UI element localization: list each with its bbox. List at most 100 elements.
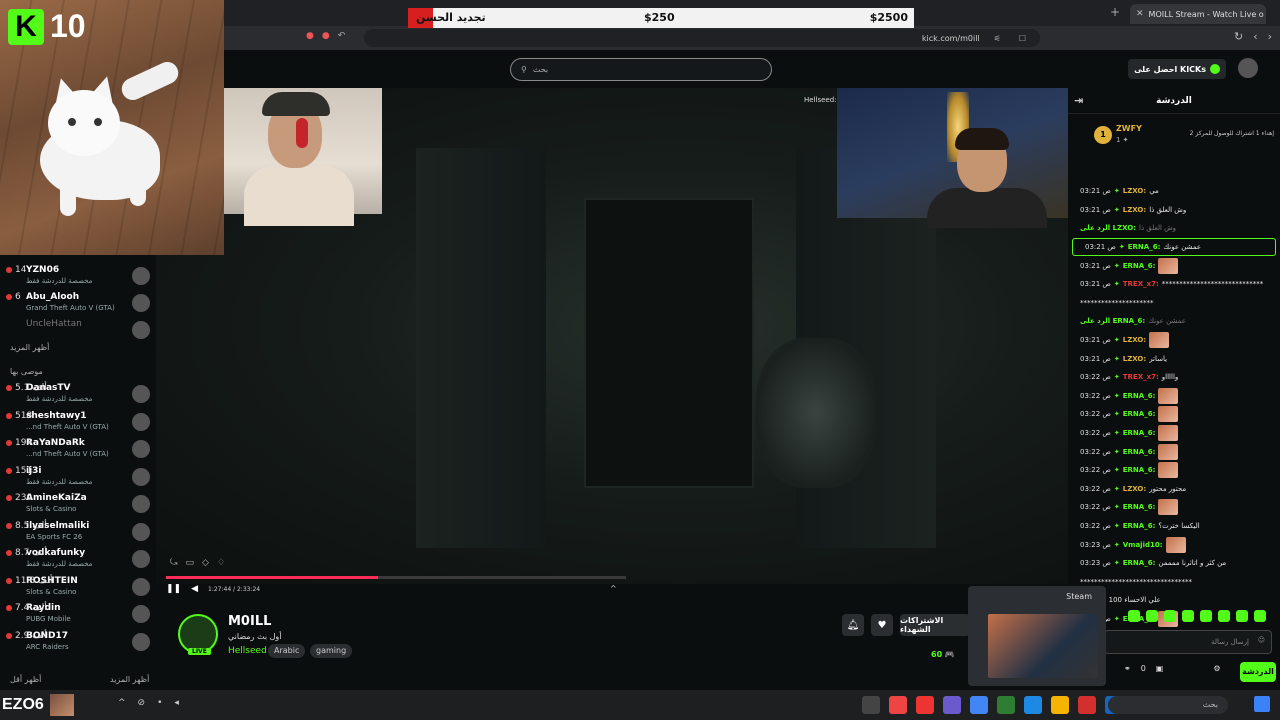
emote-icon[interactable] bbox=[1146, 610, 1158, 622]
settings-icon[interactable]: ⚙ bbox=[1213, 664, 1220, 673]
subscribe-button[interactable]: الاشتراكات الشهداء bbox=[900, 614, 970, 636]
bookmark-icon[interactable]: ☐ bbox=[1019, 34, 1026, 43]
wifi-off-icon[interactable]: ⊘ bbox=[138, 698, 146, 708]
user-avatar[interactable] bbox=[1238, 58, 1258, 78]
sidebar-channel[interactable]: DanasTV مخصصة للدردشة فقط 5.1 ألف bbox=[0, 381, 156, 409]
chat-username[interactable]: TREX_x7: bbox=[1123, 373, 1159, 381]
brave-icon[interactable] bbox=[889, 696, 907, 714]
chat-message[interactable]: 03:22 ص ✦ ERNA_6: bbox=[1068, 387, 1280, 406]
emote-icon[interactable] bbox=[1128, 610, 1140, 622]
gift-icon[interactable]: ▣ bbox=[1156, 664, 1164, 673]
collapse-chat-icon[interactable]: ⇥ bbox=[1074, 88, 1083, 114]
chat-username[interactable]: الرد على ERNA_6: bbox=[1080, 317, 1145, 325]
chat-message[interactable]: 03:22 ص ✦ ERNA_6: bbox=[1068, 424, 1280, 443]
reload-icon[interactable]: ↻ bbox=[1234, 30, 1243, 43]
sidebar-channel[interactable]: ij3i مخصصة للدردشة فقط 151 bbox=[0, 464, 156, 492]
chat-username[interactable]: Vmajid10: bbox=[1123, 541, 1163, 549]
chevron-up-icon[interactable]: ^ bbox=[610, 584, 617, 593]
chat-message[interactable]: 03:23 ص ✦ ERNA_6: من كثر و اتاثرنا ممممن bbox=[1068, 554, 1280, 573]
channel-avatar[interactable]: LIVE bbox=[178, 614, 218, 655]
follow-heart-button[interactable]: ♥ bbox=[871, 614, 893, 636]
sidebar-channel[interactable]: YZN06 مخصصة للدردشة فقط 14 bbox=[0, 263, 156, 291]
emote-icon[interactable] bbox=[1218, 610, 1230, 622]
volume-icon[interactable]: ◂ bbox=[174, 698, 179, 708]
chat-reply-context[interactable]: الرد على ERNA_6: عمشن عونك bbox=[1068, 312, 1280, 331]
emote-icon[interactable] bbox=[1164, 610, 1176, 622]
browser-tab[interactable]: ✕ MOILL Stream - Watch Live o bbox=[1130, 4, 1266, 24]
chat-message[interactable]: 03:22 ص ✦ ERNA_6: bbox=[1068, 442, 1280, 461]
emoji-icon[interactable]: ☺ bbox=[1258, 636, 1265, 644]
chrome-icon[interactable] bbox=[970, 696, 988, 714]
extension-icon[interactable]: ● bbox=[322, 31, 330, 41]
chat-message[interactable]: 03:22 ص ✦ TREX_x7: واااااو bbox=[1068, 368, 1280, 387]
chat-username[interactable]: ERNA_6: bbox=[1123, 392, 1156, 400]
stream-category[interactable]: Hellseed bbox=[228, 646, 267, 656]
chat-username[interactable]: LZXO: bbox=[1123, 187, 1146, 195]
sidebar-channel[interactable]: vodkafunky مخصصة للدردشة فقط 8.7 ألف bbox=[0, 546, 156, 574]
taskbar-widget[interactable]: EZO6 bbox=[2, 694, 74, 716]
folder-icon[interactable] bbox=[1051, 696, 1069, 714]
steam-taskbar-preview[interactable]: Steam bbox=[968, 586, 1106, 686]
chat-username[interactable]: ERNA_6: bbox=[1123, 559, 1156, 567]
chat-message[interactable]: 03:21 ص ✦ LZXO: مي bbox=[1068, 182, 1280, 201]
search-input[interactable]: ⚲ بحث bbox=[510, 58, 772, 81]
tag-icon[interactable]: ◇ bbox=[202, 558, 209, 568]
chat-username[interactable]: ERNA_6: bbox=[1123, 262, 1156, 270]
emote-icon[interactable] bbox=[1182, 610, 1194, 622]
chat-username[interactable]: LZXO: bbox=[1123, 336, 1146, 344]
chat-username[interactable]: ERNA_6: bbox=[1123, 522, 1156, 530]
taskbar-search[interactable]: بحث bbox=[1108, 696, 1228, 714]
chat-username[interactable]: LZXO: bbox=[1123, 355, 1146, 363]
chat-message[interactable]: ********************* bbox=[1068, 294, 1280, 313]
address-bar[interactable]: kick.com/m0ill ⚟ ☐ bbox=[364, 29, 1040, 47]
chat-message[interactable]: 03:21 ص ✦ LZXO: bbox=[1068, 331, 1280, 350]
gifter-name[interactable]: ZWFY bbox=[1116, 124, 1142, 133]
chat-username[interactable]: ERNA_6: bbox=[1123, 410, 1156, 418]
volume-icon[interactable]: ◀ bbox=[191, 584, 198, 594]
share-icon[interactable]: ⚭ bbox=[1124, 664, 1131, 673]
chat-username[interactable]: ERNA_6: bbox=[1123, 466, 1156, 474]
back-icon[interactable]: ‹ bbox=[1253, 30, 1257, 43]
chat-message[interactable]: 03:21 ص ✦ LZXO: ياساتر bbox=[1068, 349, 1280, 368]
sidebar-channel[interactable]: AmineKaiZa Slots & Casino 230 bbox=[0, 491, 156, 519]
chat-input[interactable]: إرسال رسالة ☺ bbox=[1104, 630, 1272, 654]
discord-icon[interactable] bbox=[943, 696, 961, 714]
chat-username[interactable]: ERNA_6: bbox=[1123, 448, 1156, 456]
mic-icon[interactable]: • bbox=[157, 698, 162, 708]
chat-send-button[interactable]: الدردشة bbox=[1240, 662, 1276, 682]
chat-message[interactable]: 03:22 ص ✦ ERNA_6: bbox=[1068, 498, 1280, 517]
chat-message[interactable]: 03:22 ص ✦ ERNA_6: bbox=[1068, 461, 1280, 480]
chevron-up-icon[interactable]: ^ bbox=[118, 698, 126, 708]
chat-message[interactable]: 03:22 ص ✦ ERNA_6: اليكسا خترت؟ bbox=[1068, 517, 1280, 536]
chat-message[interactable]: 03:21 ص ✦ LZXO: وش العلق ذا bbox=[1068, 201, 1280, 220]
seek-bar[interactable] bbox=[166, 576, 626, 579]
tune-icon[interactable]: ⚟ bbox=[994, 34, 1001, 43]
chat-message[interactable]: 03:21 ص ✦ ERNA_6: عمشن عونك bbox=[1072, 237, 1276, 257]
get-kicks-button[interactable]: احصل على KICKs bbox=[1128, 59, 1226, 79]
chat-username[interactable]: ERNA_6: bbox=[1123, 503, 1156, 511]
emote-icon[interactable] bbox=[1236, 610, 1248, 622]
video-player[interactable]: Hellseed: ⤿ ▭ ◇ ♢ bbox=[156, 88, 1068, 584]
chat-message[interactable]: 03:21 ص ✦ ERNA_6: bbox=[1068, 256, 1280, 275]
share-icon[interactable]: ↶ bbox=[338, 31, 346, 41]
notification-button[interactable]: 🔔︎ bbox=[842, 614, 864, 636]
chat-message[interactable]: 03:22 ص ✦ ERNA_6: bbox=[1068, 405, 1280, 424]
app-icon[interactable] bbox=[916, 696, 934, 714]
sidebar-channel[interactable]: sheshtawy1 ...nd Theft Auto V (GTA) 518 bbox=[0, 409, 156, 437]
channel-name[interactable]: M0ILL bbox=[228, 614, 271, 629]
app-icon[interactable] bbox=[862, 696, 880, 714]
chat-username[interactable]: ERNA_6: bbox=[1128, 243, 1161, 251]
start-icon[interactable] bbox=[1254, 696, 1270, 712]
chat-username[interactable]: TREX_x7: bbox=[1123, 280, 1159, 288]
pause-icon[interactable]: ❚❚ bbox=[166, 584, 181, 594]
chat-bubble-icon[interactable]: ▭ bbox=[186, 558, 195, 568]
sidebar-channel[interactable]: RaYaNDaRk ...nd Theft Auto V (GTA) 194 bbox=[0, 436, 156, 464]
sidebar-channel[interactable]: BOND17 ARC Raiders 2.9 ألف bbox=[0, 629, 156, 657]
youtube-icon[interactable] bbox=[1078, 696, 1096, 714]
steam-thumbnail[interactable] bbox=[988, 614, 1098, 678]
sidebar-channel[interactable]: Abu_Alooh Grand Theft Auto V (GTA) 6 bbox=[0, 290, 156, 318]
chat-reply-context[interactable]: الرد على LZXO: وش العلق ذا bbox=[1068, 219, 1280, 238]
sidebar-channel[interactable]: UncleHattan bbox=[0, 317, 156, 345]
emote-icon[interactable] bbox=[1200, 610, 1212, 622]
sidebar-channel[interactable]: ROSHTEIN Slots & Casino 11.8 ألف bbox=[0, 574, 156, 602]
